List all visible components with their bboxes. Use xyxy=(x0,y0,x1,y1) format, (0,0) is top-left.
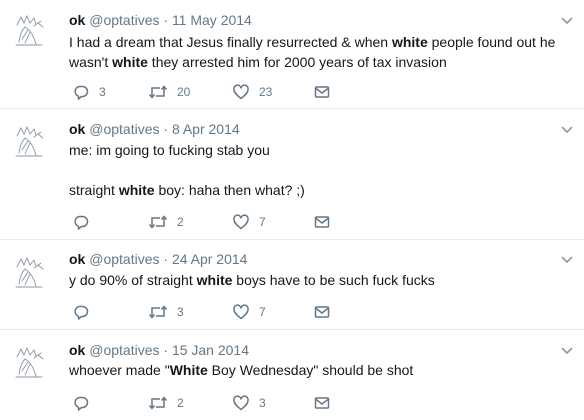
envelope-icon xyxy=(314,84,330,100)
dm-button[interactable] xyxy=(314,393,330,413)
tweet-feed: ok @optatives · 11 May 2014 I had a drea… xyxy=(0,0,584,420)
paragraph-break xyxy=(69,160,569,180)
tweet-text-line: wasn't white they arrested him for 2000 … xyxy=(69,54,447,70)
retweet-button[interactable]: 20 xyxy=(148,82,190,102)
tweet-text-line: y do 90% of straight white boys have to … xyxy=(69,272,435,288)
chevron-down-icon[interactable] xyxy=(560,344,574,358)
retweet-icon xyxy=(148,394,168,412)
reply-button[interactable] xyxy=(72,212,99,232)
avatar[interactable] xyxy=(12,254,48,290)
tweet-text: me: im going to fucking stab you straigh… xyxy=(69,140,569,200)
timestamp[interactable]: 15 Jan 2014 xyxy=(172,342,249,358)
heart-icon xyxy=(232,303,250,321)
tweet-text-line: me: im going to fucking stab you xyxy=(69,142,270,158)
retweet-count: 2 xyxy=(177,396,184,410)
retweet-count: 20 xyxy=(177,85,191,99)
separator: · xyxy=(163,121,169,137)
tweet[interactable]: ok @optatives · 8 Apr 2014 me: im going … xyxy=(0,109,584,239)
reply-button[interactable]: 3 xyxy=(72,82,106,102)
display-name[interactable]: ok xyxy=(69,342,85,358)
envelope-icon xyxy=(314,304,330,320)
envelope-icon xyxy=(314,214,330,230)
reply-count: 3 xyxy=(99,85,106,99)
heart-icon xyxy=(232,83,250,101)
avatar[interactable] xyxy=(12,12,48,48)
heart-icon xyxy=(232,394,250,412)
separator: · xyxy=(163,251,169,267)
username[interactable]: @optatives xyxy=(89,342,159,358)
reply-button[interactable] xyxy=(72,393,99,413)
dm-button[interactable] xyxy=(314,302,330,322)
tweet-text-line: straight white boy: haha then what? ;) xyxy=(69,182,305,198)
chevron-down-icon[interactable] xyxy=(560,14,574,28)
tweet[interactable]: ok @optatives · 24 Apr 2014 y do 90% of … xyxy=(0,240,584,329)
reply-icon xyxy=(72,213,90,231)
display-name[interactable]: ok xyxy=(69,12,85,28)
tweet-text: I had a dream that Jesus finally resurre… xyxy=(69,32,569,72)
reply-icon xyxy=(72,394,90,412)
retweet-button[interactable]: 3 xyxy=(148,302,184,322)
retweet-icon xyxy=(148,303,168,321)
dm-button[interactable] xyxy=(314,82,330,102)
display-name[interactable]: ok xyxy=(69,251,85,267)
tweet-text: y do 90% of straight white boys have to … xyxy=(69,270,569,290)
tweet-text: whoever made "White Boy Wednesday" shoul… xyxy=(69,360,569,380)
separator: · xyxy=(163,342,169,358)
retweet-count: 3 xyxy=(177,305,184,319)
retweet-count: 2 xyxy=(177,215,184,229)
reply-icon xyxy=(72,83,90,101)
tweet-header: ok @optatives · 8 Apr 2014 xyxy=(69,119,240,139)
heart-icon xyxy=(232,213,250,231)
chevron-down-icon[interactable] xyxy=(560,253,574,267)
timestamp[interactable]: 11 May 2014 xyxy=(172,12,252,28)
like-count: 23 xyxy=(259,85,273,99)
like-count: 7 xyxy=(259,305,266,319)
reply-icon xyxy=(72,303,90,321)
tweet-header: ok @optatives · 24 Apr 2014 xyxy=(69,249,247,269)
retweet-icon xyxy=(148,83,168,101)
username[interactable]: @optatives xyxy=(89,12,159,28)
username[interactable]: @optatives xyxy=(89,121,159,137)
tweet[interactable]: ok @optatives · 15 Jan 2014 whoever made… xyxy=(0,330,584,420)
dm-button[interactable] xyxy=(314,212,330,232)
like-button[interactable]: 7 xyxy=(232,302,266,322)
envelope-icon xyxy=(314,395,330,411)
like-button[interactable]: 23 xyxy=(232,82,272,102)
username[interactable]: @optatives xyxy=(89,251,159,267)
like-count: 7 xyxy=(259,215,266,229)
avatar[interactable] xyxy=(12,123,48,159)
separator: · xyxy=(163,12,169,28)
tweet-text-line: I had a dream that Jesus finally resurre… xyxy=(69,34,556,50)
tweet-header: ok @optatives · 11 May 2014 xyxy=(69,10,252,30)
tweet-text-line: whoever made "White Boy Wednesday" shoul… xyxy=(69,362,414,378)
display-name[interactable]: ok xyxy=(69,121,85,137)
reply-button[interactable] xyxy=(72,302,99,322)
avatar[interactable] xyxy=(12,344,48,380)
like-button[interactable]: 7 xyxy=(232,212,266,232)
tweet-header: ok @optatives · 15 Jan 2014 xyxy=(69,340,249,360)
like-button[interactable]: 3 xyxy=(232,393,266,413)
retweet-button[interactable]: 2 xyxy=(148,393,184,413)
chevron-down-icon[interactable] xyxy=(560,123,574,137)
retweet-button[interactable]: 2 xyxy=(148,212,184,232)
retweet-icon xyxy=(148,213,168,231)
timestamp[interactable]: 24 Apr 2014 xyxy=(172,251,248,267)
tweet[interactable]: ok @optatives · 11 May 2014 I had a drea… xyxy=(0,0,584,108)
timestamp[interactable]: 8 Apr 2014 xyxy=(172,121,240,137)
like-count: 3 xyxy=(259,396,266,410)
